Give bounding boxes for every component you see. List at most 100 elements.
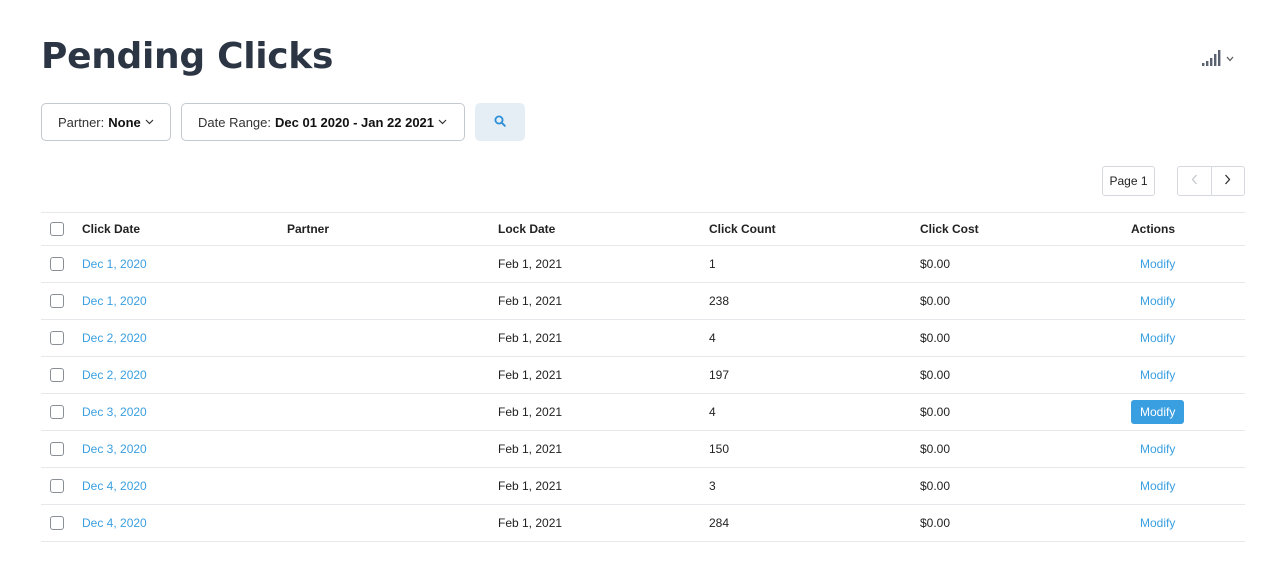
row-select-cell [41, 505, 82, 542]
partner-cell [287, 505, 498, 542]
click-date-link[interactable]: Dec 4, 2020 [82, 479, 147, 493]
partner-cell [287, 246, 498, 283]
partner-cell [287, 468, 498, 505]
row-select-cell [41, 283, 82, 320]
click-cost-cell: $0.00 [920, 331, 951, 345]
row-checkbox[interactable] [50, 368, 64, 382]
modify-button[interactable]: Modify [1131, 511, 1184, 535]
modify-button[interactable]: Modify [1131, 363, 1184, 387]
signal-menu[interactable] [1202, 46, 1242, 66]
header-click-count[interactable]: Click Count [709, 213, 920, 246]
partner-filter-dropdown[interactable]: Partner: None [41, 103, 171, 141]
header-partner[interactable]: Partner [287, 213, 498, 246]
header-click-date[interactable]: Click Date [82, 213, 287, 246]
date-range-filter-label: Date Range: [198, 114, 271, 130]
row-select-cell [41, 468, 82, 505]
click-date-link[interactable]: Dec 3, 2020 [82, 442, 147, 456]
row-select-cell [41, 357, 82, 394]
lock-date-cell: Feb 1, 2021 [498, 442, 563, 456]
click-date-link[interactable]: Dec 1, 2020 [82, 294, 147, 308]
row-checkbox[interactable] [50, 516, 64, 530]
header-click-cost[interactable]: Click Cost [920, 213, 1131, 246]
lock-date-cell: Feb 1, 2021 [498, 479, 563, 493]
click-count-cell: 4 [709, 331, 716, 345]
click-cost-cell: $0.00 [920, 479, 951, 493]
date-range-filter-dropdown[interactable]: Date Range: Dec 01 2020 - Jan 22 2021 [181, 103, 465, 141]
click-date-cell: Dec 1, 2020 [82, 283, 287, 320]
click-date-cell: Dec 4, 2020 [82, 468, 287, 505]
modify-button[interactable]: Modify [1131, 474, 1184, 498]
click-date-link[interactable]: Dec 2, 2020 [82, 331, 147, 345]
modify-button[interactable]: Modify [1131, 252, 1184, 276]
click-cost-cell: $0.00 [920, 257, 951, 271]
click-date-cell: Dec 4, 2020 [82, 505, 287, 542]
partner-filter-value: None [108, 114, 141, 130]
row-checkbox[interactable] [50, 405, 64, 419]
click-count-cell: 150 [709, 442, 730, 456]
actions-cell: Modify [1131, 394, 1245, 431]
chevron-down-icon [438, 119, 447, 125]
click-count-cell: 1 [709, 257, 716, 271]
partner-cell [287, 394, 498, 431]
modify-button[interactable]: Modify [1131, 326, 1184, 350]
row-checkbox[interactable] [50, 294, 64, 308]
actions-cell: Modify [1131, 431, 1245, 468]
partner-filter-label: Partner: [58, 114, 105, 130]
actions-cell: Modify [1131, 246, 1245, 283]
click-date-cell: Dec 1, 2020 [82, 246, 287, 283]
chevron-down-icon [145, 119, 154, 125]
row-checkbox[interactable] [50, 257, 64, 271]
modify-button[interactable]: Modify [1131, 289, 1184, 313]
click-date-cell: Dec 2, 2020 [82, 320, 287, 357]
table-row: Dec 1, 2020 Feb 1, 2021 1 $0.00 Modify [41, 246, 1245, 283]
click-date-link[interactable]: Dec 2, 2020 [82, 368, 147, 382]
search-button[interactable] [475, 103, 525, 141]
actions-cell: Modify [1131, 468, 1245, 505]
lock-date-cell: Feb 1, 2021 [498, 516, 563, 530]
table-header-row: Click Date Partner Lock Date Click Count… [41, 212, 1245, 246]
lock-date-cell: Feb 1, 2021 [498, 294, 563, 308]
click-count-cell: 4 [709, 405, 716, 419]
click-count-cell: 197 [709, 368, 730, 382]
row-checkbox[interactable] [50, 442, 64, 456]
row-checkbox[interactable] [50, 331, 64, 345]
partner-cell [287, 357, 498, 394]
click-cost-cell: $0.00 [920, 368, 951, 382]
click-cost-cell: $0.00 [920, 405, 951, 419]
click-date-link[interactable]: Dec 4, 2020 [82, 516, 147, 530]
actions-cell: Modify [1131, 357, 1245, 394]
partner-cell [287, 431, 498, 468]
click-date-link[interactable]: Dec 3, 2020 [82, 405, 147, 419]
click-cost-cell: $0.00 [920, 442, 951, 456]
click-date-cell: Dec 2, 2020 [82, 357, 287, 394]
page-indicator: Page 1 [1102, 166, 1155, 196]
chevron-down-icon [1226, 56, 1234, 62]
select-all-checkbox[interactable] [50, 222, 64, 236]
search-icon [494, 115, 506, 130]
lock-date-cell: Feb 1, 2021 [498, 331, 563, 345]
partner-cell [287, 283, 498, 320]
row-select-cell [41, 246, 82, 283]
pagination-controls [1177, 166, 1245, 196]
table-row: Dec 4, 2020 Feb 1, 2021 3 $0.00 Modify [41, 468, 1245, 505]
signal-bars-icon [1202, 50, 1222, 66]
row-select-cell [41, 431, 82, 468]
chevron-left-icon [1191, 172, 1198, 190]
pending-clicks-page: Pending Clicks Partner: None Date Range:… [0, 0, 1273, 570]
previous-page-button[interactable] [1178, 167, 1211, 195]
click-date-link[interactable]: Dec 1, 2020 [82, 257, 147, 271]
row-checkbox[interactable] [50, 479, 64, 493]
table-row: Dec 2, 2020 Feb 1, 2021 4 $0.00 Modify [41, 320, 1245, 357]
header-lock-date[interactable]: Lock Date [498, 213, 709, 246]
table-row: Dec 4, 2020 Feb 1, 2021 284 $0.00 Modify [41, 505, 1245, 542]
lock-date-cell: Feb 1, 2021 [498, 257, 563, 271]
click-count-cell: 284 [709, 516, 730, 530]
table-row: Dec 2, 2020 Feb 1, 2021 197 $0.00 Modify [41, 357, 1245, 394]
modify-button[interactable]: Modify [1131, 437, 1184, 461]
actions-cell: Modify [1131, 320, 1245, 357]
modify-button[interactable]: Modify [1131, 400, 1185, 424]
click-count-cell: 3 [709, 479, 716, 493]
click-date-cell: Dec 3, 2020 [82, 394, 287, 431]
next-page-button[interactable] [1210, 167, 1245, 195]
click-cost-cell: $0.00 [920, 516, 951, 530]
